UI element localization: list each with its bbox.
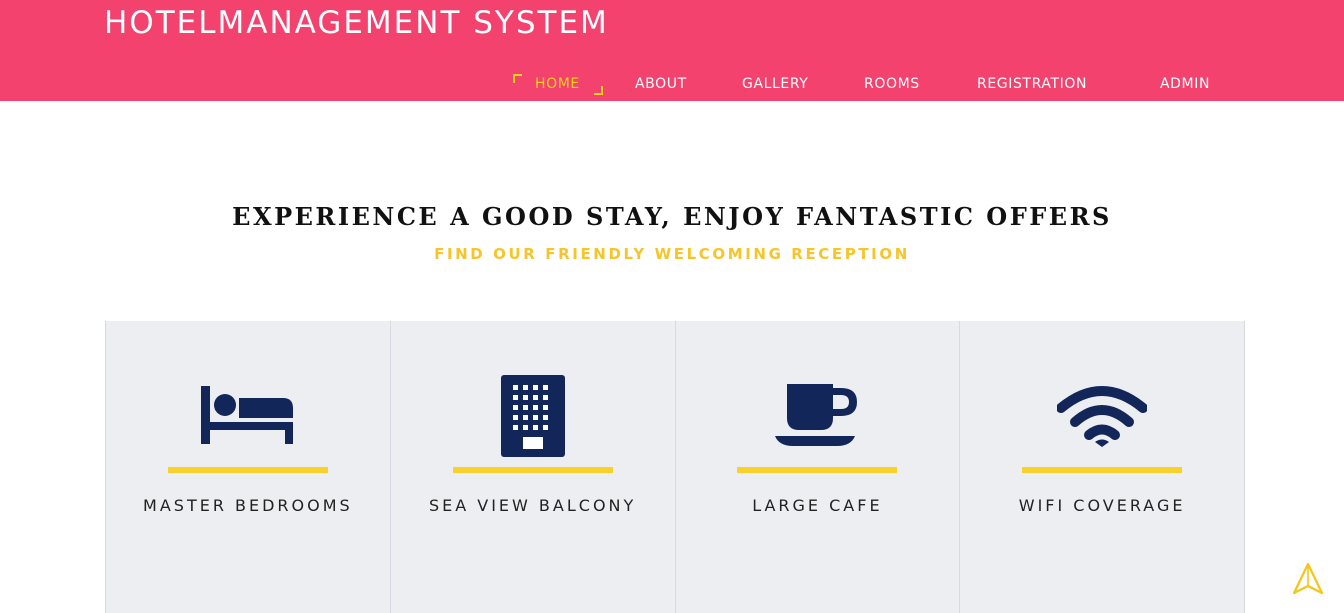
hero-subline: FIND OUR FRIENDLY WELCOMING RECEPTION — [434, 245, 910, 263]
building-icon — [483, 371, 583, 461]
feature-card-bedrooms: MASTER BEDROOMS — [106, 321, 391, 613]
nav-item-rooms[interactable]: ROOMS — [864, 74, 920, 94]
feature-label: WIFI COVERAGE — [1018, 496, 1186, 515]
feature-card-balcony: SEA VIEW BALCONY — [391, 321, 676, 613]
feature-card-wifi: WIFI COVERAGE — [960, 321, 1244, 613]
feature-accent-bar — [1022, 467, 1183, 473]
feature-label: LARGE CAFE — [752, 496, 883, 515]
main-nav: HOME ABOUT GALLERY ROOMS REGISTRATION AD… — [0, 74, 1344, 96]
feature-accent-bar — [737, 467, 898, 473]
site-header: HOTELMANAGEMENT SYSTEM HOME ABOUT GALLER… — [0, 0, 1344, 101]
wifi-icon — [1052, 371, 1152, 461]
coffee-cup-icon — [767, 371, 867, 461]
feature-label: SEA VIEW BALCONY — [428, 496, 637, 515]
brand-title[interactable]: HOTELMANAGEMENT SYSTEM — [104, 5, 609, 41]
nav-item-home[interactable]: HOME — [535, 74, 580, 94]
nav-item-gallery[interactable]: GALLERY — [742, 74, 808, 94]
feature-accent-bar — [167, 467, 328, 473]
feature-accent-bar — [452, 467, 613, 473]
navigation-arrow-icon[interactable] — [1290, 561, 1326, 597]
nav-item-registration[interactable]: REGISTRATION — [977, 74, 1087, 94]
feature-card-cafe: LARGE CAFE — [676, 321, 961, 613]
feature-label: MASTER BEDROOMS — [143, 496, 353, 515]
features-grid: MASTER BEDROOMS SEA VIEW BALCONY LARGE C… — [105, 321, 1245, 613]
nav-item-admin[interactable]: ADMIN — [1160, 74, 1210, 94]
nav-item-about[interactable]: ABOUT — [635, 74, 687, 94]
hero-headline: EXPERIENCE A GOOD STAY, ENJOY FANTASTIC … — [232, 202, 1112, 231]
bed-icon — [198, 371, 298, 461]
